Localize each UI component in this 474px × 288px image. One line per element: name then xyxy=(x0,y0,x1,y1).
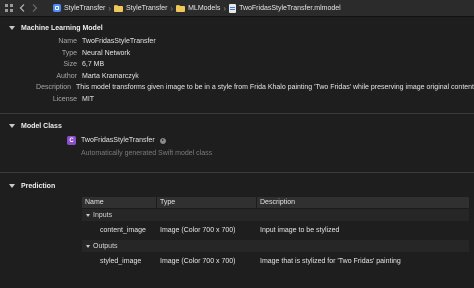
model-author-row: Author Marta Kramarczyk xyxy=(0,71,474,82)
jump-bar: StyleTransfer › StyleTransfer › MLModels… xyxy=(0,0,474,17)
group-label: Inputs xyxy=(93,211,113,219)
feature-type: Image (Color 700 x 700) xyxy=(160,227,236,234)
disclosure-triangle-icon[interactable] xyxy=(9,184,15,188)
breadcrumb: StyleTransfer › StyleTransfer › MLModels… xyxy=(53,3,341,13)
model-type-row: Type Neural Network xyxy=(0,48,474,59)
field-value: Marta Kramarczyk xyxy=(82,72,139,80)
feature-description: Image that is stylized for 'Two Fridas' … xyxy=(260,258,401,265)
model-class-subtitle: Automatically generated Swift model clas… xyxy=(81,150,213,157)
model-size-row: Size 6,7 MB xyxy=(0,59,474,70)
field-value: MIT xyxy=(82,95,95,103)
field-label: Type xyxy=(61,49,77,57)
chevron-left-icon[interactable] xyxy=(15,0,28,17)
inputs-group-row[interactable]: Inputs xyxy=(82,209,469,221)
model-class-name: TwoFridasStyleTransfer xyxy=(81,137,155,144)
breadcrumb-label: MLModels xyxy=(188,4,221,12)
chevron-separator-icon: › xyxy=(170,3,174,13)
model-description-row: Description This model transforms given … xyxy=(0,82,474,93)
field-label: License xyxy=(52,95,77,103)
column-header-description[interactable]: Description xyxy=(257,197,469,208)
field-value: 6,7 MB xyxy=(82,61,105,68)
prediction-table: Name Type Description Inputs content_ima… xyxy=(82,197,469,271)
breadcrumb-file[interactable]: TwoFridasStyleTransfer.mlmodel xyxy=(229,3,341,13)
feature-name: content_image xyxy=(100,227,146,234)
disclosure-triangle-icon[interactable] xyxy=(86,213,90,217)
breadcrumb-project[interactable]: StyleTransfer xyxy=(53,4,105,12)
field-value: This model transforms given image to be … xyxy=(76,84,474,91)
grid-icon[interactable] xyxy=(2,0,15,17)
field-value: TwoFridasStyleTransfer xyxy=(82,38,156,45)
project-icon xyxy=(53,4,61,12)
chevron-separator-icon: › xyxy=(108,3,112,13)
field-label: Size xyxy=(63,61,77,68)
section-title: Prediction xyxy=(21,182,56,190)
section-divider xyxy=(0,172,474,173)
disclosure-triangle-icon[interactable] xyxy=(86,244,90,248)
field-value: Neural Network xyxy=(82,49,131,57)
disclosure-triangle-icon[interactable] xyxy=(9,26,15,30)
chevron-right-icon[interactable] xyxy=(28,0,41,17)
model-license-row: License MIT xyxy=(0,94,474,105)
section-header-model[interactable]: Machine Learning Model xyxy=(0,22,474,34)
column-header-type[interactable]: Type xyxy=(157,197,257,208)
section-divider xyxy=(0,113,474,114)
navigate-arrow-icon[interactable] xyxy=(159,137,166,144)
feature-description: Input image to be stylized xyxy=(260,227,340,234)
breadcrumb-label: TwoFridasStyleTransfer.mlmodel xyxy=(239,4,341,12)
table-row[interactable]: content_image Image (Color 700 x 700) In… xyxy=(82,221,469,240)
breadcrumb-label: StyleTransfer xyxy=(126,4,168,12)
model-name-row: Name TwoFridasStyleTransfer xyxy=(0,36,474,47)
field-label: Description xyxy=(36,84,72,91)
swift-class-icon: C xyxy=(67,136,76,145)
field-label: Name xyxy=(58,38,77,45)
column-header-name[interactable]: Name xyxy=(82,197,157,208)
model-class-row: C TwoFridasStyleTransfer xyxy=(67,136,166,145)
feature-name: styled_image xyxy=(100,258,142,265)
outputs-group-row[interactable]: Outputs xyxy=(82,240,469,252)
folder-icon xyxy=(176,4,186,12)
table-row[interactable]: styled_image Image (Color 700 x 700) Ima… xyxy=(82,252,469,271)
section-title: Machine Learning Model xyxy=(21,24,103,32)
mlmodel-file-icon xyxy=(229,3,237,13)
table-header-row: Name Type Description xyxy=(82,197,469,209)
feature-type: Image (Color 700 x 700) xyxy=(160,258,236,265)
section-header-class[interactable]: Model Class xyxy=(0,120,474,132)
group-label: Outputs xyxy=(93,242,118,250)
disclosure-triangle-icon[interactable] xyxy=(9,124,15,128)
breadcrumb-folder-mlmodels[interactable]: MLModels xyxy=(176,4,221,12)
section-header-prediction[interactable]: Prediction xyxy=(0,180,474,192)
folder-icon xyxy=(114,4,124,12)
field-label: Author xyxy=(56,72,77,80)
section-title: Model Class xyxy=(21,122,62,130)
breadcrumb-label: StyleTransfer xyxy=(64,4,106,12)
chevron-separator-icon: › xyxy=(223,3,227,13)
breadcrumb-folder[interactable]: StyleTransfer xyxy=(114,4,168,12)
